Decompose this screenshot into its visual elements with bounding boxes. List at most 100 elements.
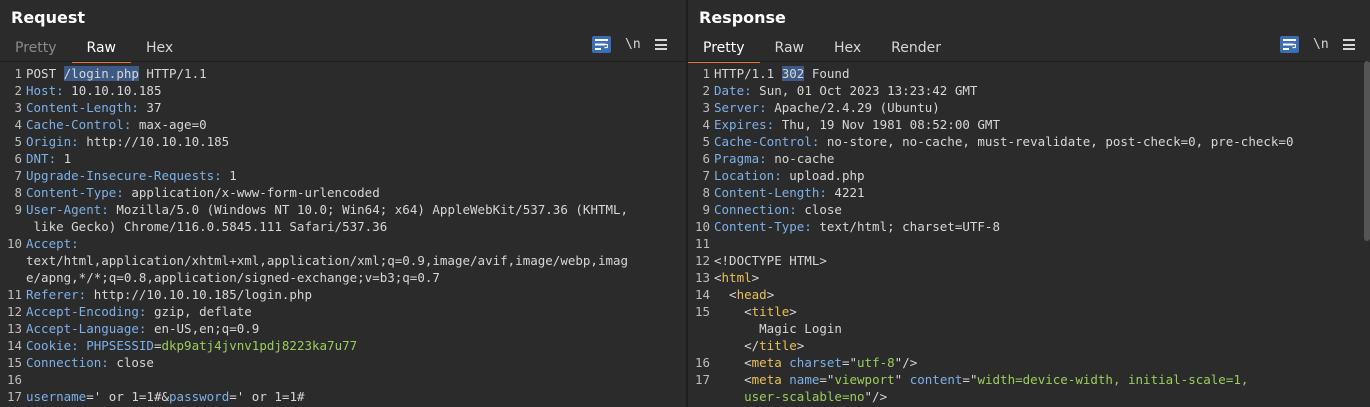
- response-code-line: 13 <html>: [688, 269, 1370, 286]
- code-token: Accept-Language:: [26, 321, 147, 336]
- code-token: Cache-Control:: [26, 117, 132, 132]
- response-code-line: 11: [688, 235, 1370, 252]
- line-text: Server: Apache/2.4.29 (Ubuntu): [714, 99, 940, 116]
- code-token: Content-Type:: [714, 219, 812, 234]
- code-token: Accept-Encoding:: [26, 304, 147, 319]
- response-title: Response: [699, 8, 786, 27]
- code-token: Thu, 19 Nov 1981 08:52:00 GMT: [774, 117, 1000, 132]
- response-scrollbar[interactable]: [1364, 61, 1370, 241]
- line-number: 1: [702, 66, 710, 81]
- line-text: [26, 371, 34, 388]
- menu-icon[interactable]: [654, 39, 667, 50]
- code-token: utf-8: [857, 355, 895, 370]
- response-tab-hex[interactable]: Hex: [819, 37, 876, 61]
- response-code-line: 7 Location: upload.php: [688, 167, 1370, 184]
- code-token: text/html,application/xhtml+xml,applicat…: [26, 253, 629, 268]
- code-token: Content-Length:: [26, 100, 139, 115]
- line-number: [0, 252, 22, 269]
- code-token: HTTP/1.1: [138, 66, 207, 81]
- code-token: >: [796, 338, 805, 353]
- line-number: 5: [702, 134, 710, 149]
- line-text: Expires: Thu, 19 Nov 1981 08:52:00 GMT: [714, 116, 1000, 133]
- response-pane: Response Pretty Raw Hex Render \n 1 HTTP/…: [688, 0, 1370, 407]
- request-code-line: 4 Cache-Control: max-age=0: [0, 116, 686, 133]
- line-number: 2: [14, 83, 22, 98]
- line-number: 9: [14, 202, 22, 217]
- request-tab-hex[interactable]: Hex: [131, 37, 188, 61]
- code-token: ": [894, 372, 910, 387]
- show-newlines-button[interactable]: \n: [1313, 37, 1329, 52]
- line-number: 6: [702, 151, 710, 166]
- code-token: head: [736, 287, 767, 302]
- code-token: meta: [751, 372, 782, 387]
- line-number: [688, 337, 710, 354]
- response-code-line: 17 <meta name="viewport" content="width=…: [688, 371, 1370, 388]
- request-code-line: 6 DNT: 1: [0, 150, 686, 167]
- request-editor[interactable]: 1 POST /login.php HTTP/1.1 2 Host: 10.10.10…: [0, 61, 686, 407]
- word-wrap-icon[interactable]: [592, 36, 611, 53]
- response-code-line: 6 Pragma: no-cache: [688, 150, 1370, 167]
- response-code-line: 9 Connection: close: [688, 201, 1370, 218]
- code-token: HTTP/1.1: [714, 66, 782, 81]
- code-token: Cookie:: [26, 338, 79, 353]
- line-text: Location: upload.php: [714, 167, 865, 184]
- code-token: Apache/2.4.29 (Ubuntu): [766, 100, 940, 115]
- code-token: gzip, deflate: [146, 304, 252, 319]
- line-text: User-Agent: Mozilla/5.0 (Windows NT 10.0…: [26, 201, 628, 218]
- line-text: </title>: [714, 337, 804, 354]
- response-editor[interactable]: 1 HTTP/1.1 302 Found 2 Date: Sun, 01 Oct 20…: [688, 61, 1370, 407]
- code-token: viewport: [834, 372, 895, 387]
- response-code-line: 5 Cache-Control: no-store, no-cache, must…: [688, 133, 1370, 150]
- code-token: <: [714, 270, 722, 285]
- request-code-line: 15 Connection: close: [0, 354, 686, 371]
- code-token: >: [789, 304, 797, 319]
- line-text: Connection: close: [26, 354, 154, 371]
- request-code-line: 14 Cookie: PHPSESSID=dkp9atj4jvnv1pdj8223…: [0, 337, 686, 354]
- code-token: Sun, 01 Oct 2023 13:23:42 GMT: [751, 83, 978, 98]
- code-token: http://10.10.10.185/login.php: [86, 287, 312, 302]
- line-text: Cache-Control: max-age=0: [26, 116, 207, 133]
- code-token: 4221: [826, 185, 865, 200]
- response-tab-render[interactable]: Render: [876, 37, 956, 61]
- response-code-line: 2 Date: Sun, 01 Oct 2023 13:23:42 GMT: [688, 82, 1370, 99]
- response-tab-raw[interactable]: Raw: [760, 37, 819, 61]
- line-number: 14: [6, 338, 22, 353]
- line-number: 16: [6, 372, 22, 387]
- response-code-line: 12 <!DOCTYPE HTML>: [688, 252, 1370, 269]
- line-text: Accept:: [26, 235, 79, 252]
- line-number: 1: [14, 66, 22, 81]
- line-text: Accept-Encoding: gzip, deflate: [26, 303, 252, 320]
- code-token: 302: [781, 66, 805, 81]
- menu-icon[interactable]: [1342, 39, 1355, 50]
- code-token: "/>: [864, 389, 888, 404]
- line-number: 13: [6, 321, 22, 336]
- code-token: Server:: [714, 100, 767, 115]
- line-text: Magic Login: [714, 320, 842, 337]
- show-newlines-button[interactable]: \n: [625, 37, 641, 52]
- response-code-line: user-scalable=no"/>: [688, 388, 1370, 405]
- code-token: Content-Length:: [714, 185, 827, 200]
- line-number: 17: [694, 372, 710, 387]
- code-token: content: [909, 372, 963, 387]
- word-wrap-icon[interactable]: [1280, 36, 1299, 53]
- request-tab-raw[interactable]: Raw: [71, 37, 131, 63]
- line-text: like Gecko) Chrome/116.0.5845.111 Safari…: [26, 218, 388, 235]
- code-token: =": [962, 372, 978, 387]
- response-code-line: 1 HTTP/1.1 302 Found: [688, 65, 1370, 82]
- line-text: username=' or 1=1#&password=' or 1=1#: [26, 388, 305, 405]
- code-token: like Gecko) Chrome/116.0.5845.111 Safari…: [26, 219, 388, 234]
- response-code-line: 16 <meta charset="utf-8"/>: [688, 354, 1370, 371]
- response-lines: 1 HTTP/1.1 302 Found 2 Date: Sun, 01 Oct 20…: [688, 65, 1370, 405]
- line-text: [714, 235, 722, 252]
- request-tab-pretty[interactable]: Pretty: [0, 37, 72, 61]
- line-number: 4: [702, 117, 710, 132]
- line-text: Pragma: no-cache: [714, 150, 834, 167]
- line-text: <!DOCTYPE HTML>: [714, 252, 827, 269]
- code-token: password: [169, 389, 230, 404]
- line-text: Content-Length: 4221: [714, 184, 865, 201]
- code-token: meta: [751, 355, 782, 370]
- line-number: 7: [702, 168, 710, 183]
- request-pane: Request Pretty Raw Hex \n 1 POST /login.p…: [0, 0, 686, 407]
- response-code-line: 8 Content-Length: 4221: [688, 184, 1370, 201]
- response-tab-pretty[interactable]: Pretty: [688, 37, 760, 63]
